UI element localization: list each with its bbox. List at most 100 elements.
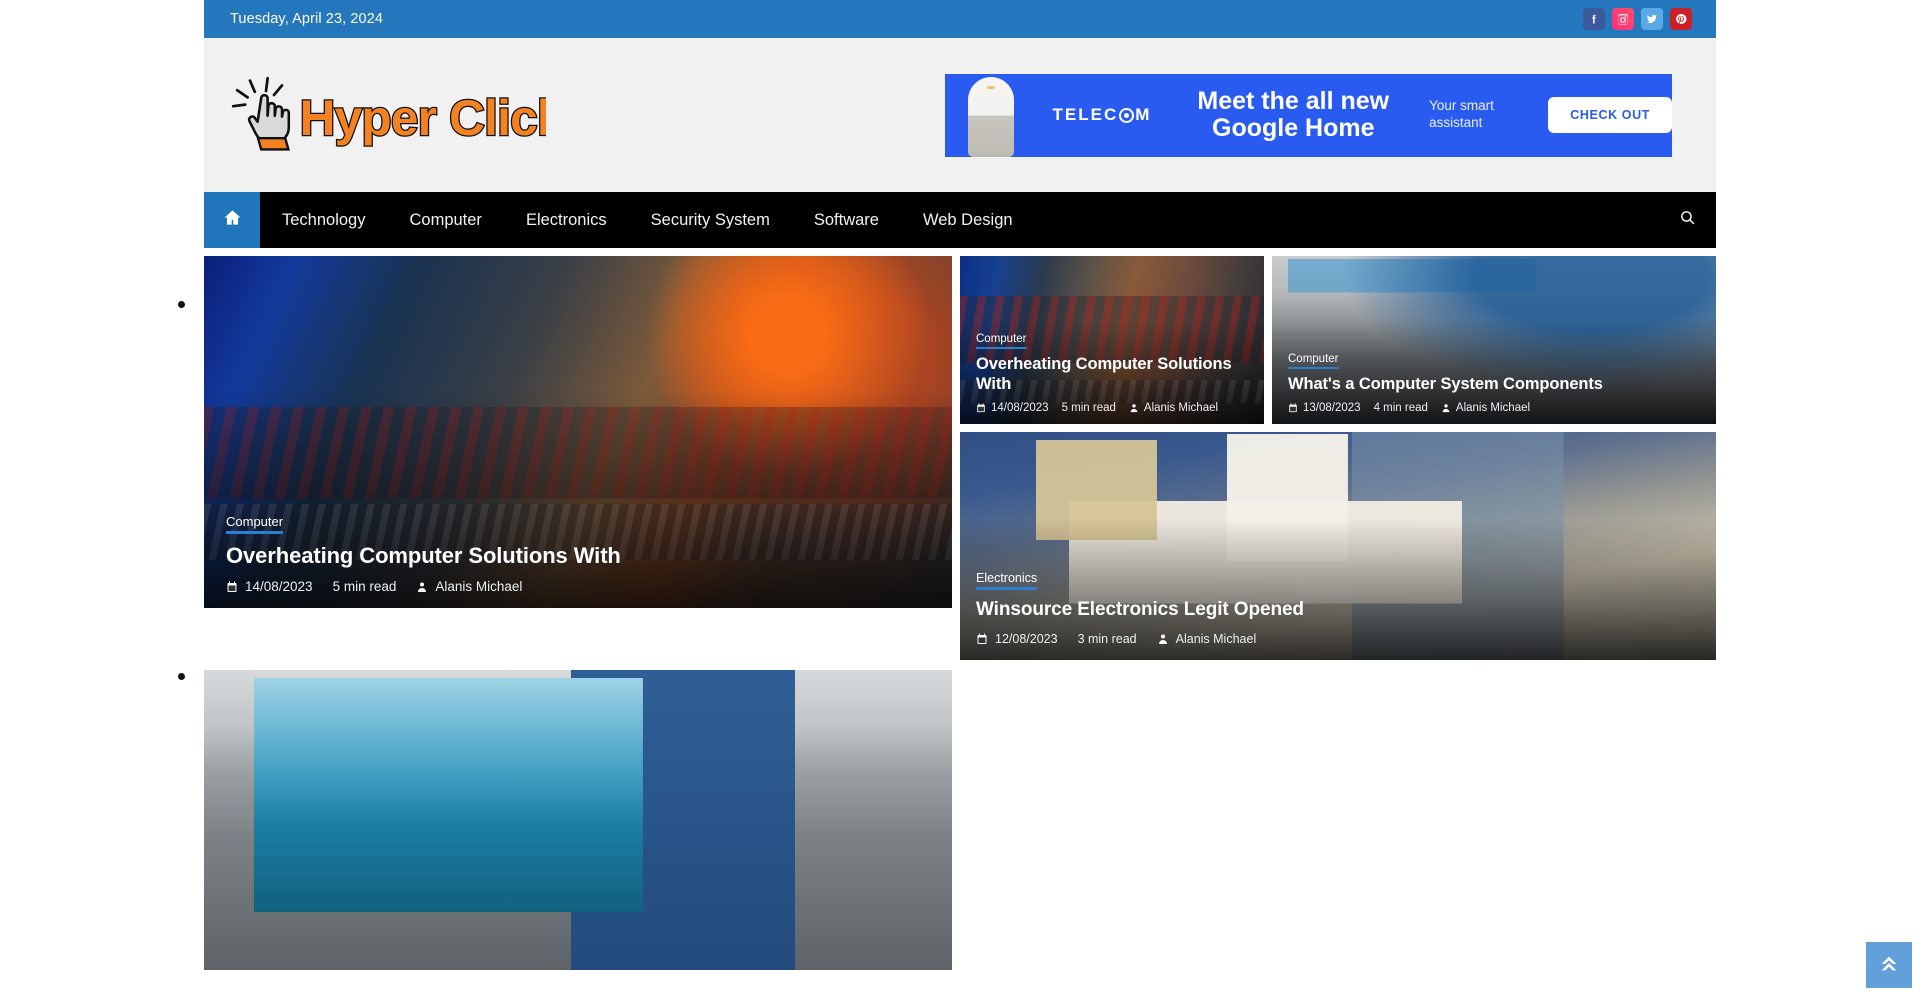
facebook-icon[interactable]: [1583, 8, 1605, 30]
post-author-text: Alanis Michael: [1455, 402, 1531, 414]
topbar-container: Tuesday, April 23, 2024: [204, 0, 1716, 38]
nav-item-electronics[interactable]: Electronics: [504, 192, 629, 248]
post-date-text: 14/08/2023: [245, 579, 313, 594]
calendar-icon: [1288, 403, 1298, 413]
post-author: Alanis Michael: [416, 579, 522, 594]
featured-post-title[interactable]: Overheating Computer Solutions With: [226, 543, 930, 569]
post-author-text: Alanis Michael: [1175, 632, 1257, 646]
current-date: Tuesday, April 23, 2024: [230, 11, 384, 27]
posts-row-1-wrapper: Computer Overheating Computer Solutions …: [178, 256, 1716, 660]
post-read-time: 3 min read: [1078, 632, 1137, 646]
pinterest-icon[interactable]: [1670, 8, 1692, 30]
featured-post-image-2: [204, 670, 952, 970]
user-icon: [416, 581, 428, 593]
post-author: Alanis Michael: [1129, 402, 1218, 414]
post-author: Alanis Michael: [1157, 632, 1257, 646]
post-read-time: 5 min read: [333, 579, 397, 594]
post-title[interactable]: Overheating Computer Solutions With: [976, 355, 1248, 395]
post-date: 12/08/2023: [976, 632, 1058, 646]
post-author-text: Alanis Michael: [435, 579, 523, 594]
post-card-overheating[interactable]: Computer Overheating Computer Solutions …: [960, 256, 1264, 424]
post-body-winsource: Electronics Winsource Electronics Legit …: [960, 569, 1716, 646]
double-chevron-up-icon: [1878, 952, 1900, 979]
nav-item-software[interactable]: Software: [792, 192, 901, 248]
calendar-icon: [226, 581, 238, 593]
back-to-top-button[interactable]: [1866, 942, 1912, 988]
social-links: [1583, 8, 1692, 30]
user-icon: [1441, 403, 1451, 413]
nav-left-group: Technology Computer Electronics Security…: [204, 192, 1035, 248]
svg-text:Hyper Click: Hyper Click: [300, 90, 546, 146]
post-meta: 13/08/2023 4 min read Alanis Michael: [1288, 402, 1700, 414]
topbar: Tuesday, April 23, 2024: [204, 0, 1716, 38]
post-date-text: 14/08/2023: [991, 402, 1049, 414]
banner-ad[interactable]: TELEC M Meet the all new Google Home You…: [945, 73, 1672, 157]
post-title[interactable]: Winsource Electronics Legit Opened: [976, 599, 1700, 622]
banner-subtext: Your smart assistant: [1429, 98, 1494, 130]
home-icon: [223, 208, 242, 232]
banner-cta-button[interactable]: CHECK OUT: [1548, 97, 1672, 133]
posts-row-2-wrapper: [178, 670, 1716, 970]
side-top-row: Computer Overheating Computer Solutions …: [960, 256, 1716, 424]
post-meta: 14/08/2023 5 min read Alanis Michael: [976, 402, 1248, 414]
site-header: Hyper Click TELEC M Meet the all new Goo…: [204, 38, 1716, 192]
calendar-icon: [976, 403, 986, 413]
row-bullet-marker: [178, 673, 185, 680]
post-card-system-components[interactable]: Computer What's a Computer System Compon…: [1272, 256, 1716, 424]
featured-post-card-2[interactable]: [204, 670, 952, 970]
featured-post-category[interactable]: Computer: [226, 514, 284, 534]
banner-brand: TELEC M: [1053, 105, 1152, 125]
post-date: 14/08/2023: [226, 579, 313, 594]
posts-row-2: [204, 670, 1716, 970]
instagram-icon[interactable]: [1612, 8, 1634, 30]
post-date: 14/08/2023: [976, 402, 1049, 414]
calendar-icon: [976, 633, 988, 645]
nav-item-technology[interactable]: Technology: [260, 192, 387, 248]
post-card-winsource[interactable]: Electronics Winsource Electronics Legit …: [960, 432, 1716, 660]
featured-post-body: Computer Overheating Computer Solutions …: [204, 513, 952, 594]
post-date-text: 12/08/2023: [995, 632, 1058, 646]
site-logo[interactable]: Hyper Click: [226, 69, 546, 161]
post-body-overheating: Computer Overheating Computer Solutions …: [960, 329, 1264, 414]
featured-post-column: Computer Overheating Computer Solutions …: [204, 256, 952, 660]
post-read-time-text: 5 min read: [332, 579, 397, 594]
post-category[interactable]: Electronics: [976, 571, 1038, 591]
side-posts-column: Computer Overheating Computer Solutions …: [960, 256, 1716, 660]
post-read-time: 5 min read: [1062, 402, 1116, 414]
google-home-device-image: [965, 74, 1017, 157]
post-date-text: 13/08/2023: [1303, 402, 1361, 414]
post-date: 13/08/2023: [1288, 402, 1361, 414]
post-author: Alanis Michael: [1441, 402, 1530, 414]
nav-item-security-system[interactable]: Security System: [629, 192, 792, 248]
post-read-time: 4 min read: [1374, 402, 1428, 414]
posts-section: Computer Overheating Computer Solutions …: [178, 256, 1716, 970]
post-read-time-text: 5 min read: [1061, 402, 1116, 414]
main-navigation: Technology Computer Electronics Security…: [204, 192, 1716, 248]
post-category[interactable]: Computer: [976, 333, 1027, 350]
post-read-time-text: 3 min read: [1077, 632, 1137, 646]
featured-post-card[interactable]: Computer Overheating Computer Solutions …: [204, 256, 952, 608]
post-read-time-text: 4 min read: [1373, 402, 1428, 414]
featured-post-column-2: [204, 670, 952, 970]
nav-container: Technology Computer Electronics Security…: [204, 192, 1716, 248]
banner-headline-line1: Meet the all new: [1197, 87, 1390, 116]
nav-menu: Technology Computer Electronics Security…: [260, 192, 1035, 248]
banner-headline-line2: Google Home: [1212, 114, 1375, 142]
search-button[interactable]: [1658, 192, 1716, 248]
brand-target-icon: [1119, 107, 1135, 123]
page-root: Tuesday, April 23, 2024 Hyper Click TELE…: [0, 0, 1920, 993]
nav-item-computer[interactable]: Computer: [387, 192, 503, 248]
post-body-system-components: Computer What's a Computer System Compon…: [1272, 349, 1716, 414]
user-icon: [1129, 403, 1139, 413]
post-category[interactable]: Computer: [1288, 353, 1339, 370]
post-author-text: Alanis Michael: [1143, 402, 1219, 414]
posts-row-1: Computer Overheating Computer Solutions …: [204, 256, 1716, 660]
banner-brand-text: TELEC: [1052, 105, 1119, 124]
search-icon: [1679, 209, 1696, 231]
nav-home-button[interactable]: [204, 192, 260, 248]
banner-headline: Meet the all new Google Home: [1197, 88, 1389, 142]
twitter-icon[interactable]: [1641, 8, 1663, 30]
header-container: Hyper Click TELEC M Meet the all new Goo…: [204, 38, 1716, 192]
nav-item-web-design[interactable]: Web Design: [901, 192, 1035, 248]
post-title[interactable]: What's a Computer System Components: [1288, 375, 1700, 395]
